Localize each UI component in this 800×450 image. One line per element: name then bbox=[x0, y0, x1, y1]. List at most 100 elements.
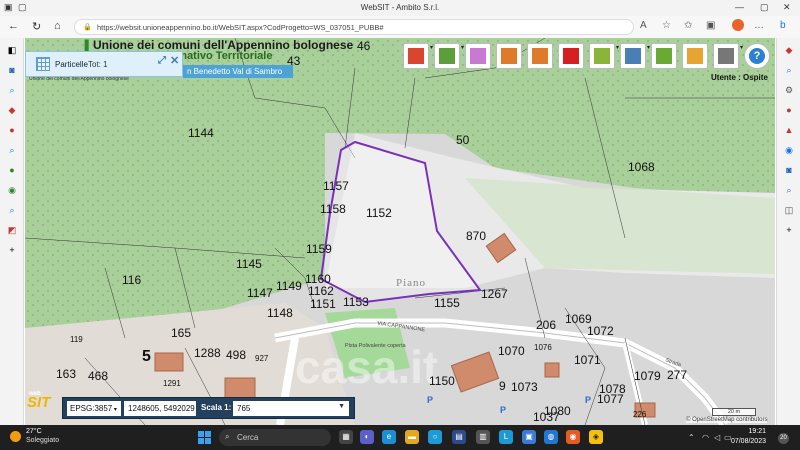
app-icon-10[interactable]: ◍ bbox=[544, 430, 558, 444]
weather-temp[interactable]: 27°C bbox=[26, 428, 42, 435]
close-panel-icon[interactable]: ✕ bbox=[170, 54, 179, 67]
add-icon[interactable]: + bbox=[6, 244, 18, 256]
parcel-label[interactable]: 1037 bbox=[533, 410, 560, 424]
parcel-label[interactable]: 119 bbox=[70, 335, 83, 344]
parcel-label[interactable]: 1071 bbox=[574, 353, 601, 367]
notification-badge[interactable]: 20 bbox=[778, 433, 789, 444]
parcel-label[interactable]: 1144 bbox=[188, 126, 214, 140]
right-add-icon[interactable]: + bbox=[783, 224, 795, 236]
parcel-label[interactable]: 163 bbox=[56, 367, 76, 381]
building-button[interactable] bbox=[527, 43, 553, 69]
back-icon[interactable]: ← bbox=[8, 20, 19, 32]
parcel-label[interactable]: 1158 bbox=[320, 202, 346, 216]
parcel-label[interactable]: 1153 bbox=[343, 295, 369, 309]
map-viewport[interactable]: P P P casa.it 46 43 1144 50 1068 1157 11… bbox=[25, 38, 775, 425]
parcel-label[interactable]: 1149 bbox=[276, 279, 302, 293]
parcel-label[interactable]: 1151 bbox=[310, 297, 336, 311]
parcel-label[interactable]: 498 bbox=[226, 348, 246, 362]
tray-chevron-icon[interactable]: ⌃ bbox=[688, 433, 695, 442]
table-button[interactable] bbox=[682, 43, 708, 69]
firefox-icon[interactable]: ◉ bbox=[566, 430, 580, 444]
parcel-label[interactable]: 1076 bbox=[534, 343, 552, 352]
layers-button[interactable]: ▾ bbox=[434, 43, 464, 69]
right-sidebar-icon-1[interactable]: ◆ bbox=[783, 44, 795, 56]
right-sidebar-icon-6[interactable]: ⌕ bbox=[783, 184, 795, 196]
chevron-down-icon[interactable]: ▾ bbox=[616, 44, 619, 51]
parcel-label[interactable]: 1147 bbox=[247, 286, 273, 300]
wifi-icon[interactable]: ◠ bbox=[702, 433, 709, 442]
search-map-button[interactable]: ▾ bbox=[589, 43, 619, 69]
app-icon-7[interactable]: ▥ bbox=[476, 430, 490, 444]
weather-desc[interactable]: Soleggiato bbox=[26, 437, 59, 444]
maximize-icon[interactable]: ▢ bbox=[760, 2, 769, 13]
taskbar-search[interactable]: ⌕ Cerca bbox=[219, 429, 331, 446]
parcel-label[interactable]: 206 bbox=[536, 318, 556, 332]
clock-time[interactable]: 19:21 bbox=[734, 428, 766, 435]
parcel-label[interactable]: 226 bbox=[633, 410, 646, 419]
chevron-down-icon[interactable]: ▾ bbox=[740, 44, 743, 51]
home-map-button[interactable] bbox=[496, 43, 522, 69]
parcel-label[interactable]: 1150 bbox=[429, 374, 455, 388]
app-icon-8[interactable]: L bbox=[499, 430, 513, 444]
store-icon[interactable]: ▤ bbox=[452, 430, 466, 444]
refresh-icon[interactable]: ↻ bbox=[32, 20, 41, 33]
app-icon-12[interactable]: ◈ bbox=[589, 430, 603, 444]
parcel-label[interactable]: 1073 bbox=[511, 380, 538, 394]
sidebar-icon-1[interactable]: ◧ bbox=[6, 44, 18, 56]
parcel-label[interactable]: 1291 bbox=[163, 379, 181, 388]
parcel-label[interactable]: 1159 bbox=[306, 242, 332, 256]
task-view-icon[interactable]: ▦ bbox=[339, 430, 353, 444]
games-icon[interactable]: ● bbox=[6, 124, 18, 136]
chevron-down-icon[interactable]: ▼ bbox=[338, 403, 345, 410]
teams-icon[interactable]: ◐ bbox=[360, 430, 374, 444]
sidebar-search-icon[interactable]: ⌕ bbox=[6, 204, 18, 216]
legend-button[interactable] bbox=[465, 43, 491, 69]
parcel-label[interactable]: 1148 bbox=[267, 306, 293, 320]
profile-avatar[interactable] bbox=[732, 19, 744, 31]
chevron-down-icon[interactable]: ▾ bbox=[430, 44, 433, 51]
home-icon[interactable]: ⌂ bbox=[54, 20, 61, 32]
outlook-icon[interactable]: ◙ bbox=[6, 64, 18, 76]
parcel-label[interactable]: 1288 bbox=[194, 346, 221, 360]
office-icon[interactable]: ● bbox=[6, 164, 18, 176]
more-icon[interactable]: … bbox=[754, 20, 764, 31]
parcel-label[interactable]: 1162 bbox=[308, 284, 334, 298]
particelle-panel[interactable]: Particelle Tot: 1 ⤢ ✕ bbox=[25, 51, 183, 77]
parcel-label[interactable]: 1079 bbox=[634, 369, 661, 383]
parcel-label[interactable]: 277 bbox=[667, 368, 687, 382]
parcel-label[interactable]: 1068 bbox=[628, 160, 655, 174]
copilot-icon[interactable]: b bbox=[780, 20, 786, 31]
right-sidebar-icon-3[interactable]: ● bbox=[783, 104, 795, 116]
parcel-label[interactable]: 870 bbox=[466, 229, 486, 243]
volume-icon[interactable]: ◁ bbox=[714, 433, 720, 442]
pdf-button[interactable] bbox=[558, 43, 584, 69]
help-button[interactable]: ? bbox=[744, 43, 770, 69]
parcel-label[interactable]: 1267 bbox=[481, 287, 508, 301]
parcel-label[interactable]: 9 bbox=[499, 379, 506, 393]
attribution[interactable]: © OpenStreetMap contributors bbox=[686, 417, 768, 423]
minimize-icon[interactable]: — bbox=[735, 2, 744, 12]
parcel-label[interactable]: 1157 bbox=[323, 179, 349, 193]
edit-button[interactable] bbox=[651, 43, 677, 69]
parcel-label[interactable]: 5 bbox=[142, 348, 151, 366]
epsg-select[interactable]: EPSG:3857 ▾ bbox=[67, 401, 121, 416]
select-button[interactable]: ▾ bbox=[713, 43, 743, 69]
search-icon[interactable]: ⌕ bbox=[6, 84, 18, 96]
right-search-icon[interactable]: ⌕ bbox=[783, 64, 795, 76]
parcel-label[interactable]: 1155 bbox=[434, 296, 460, 310]
sidebar-icon-2[interactable]: ◩ bbox=[6, 224, 18, 236]
print-button[interactable]: ▾ bbox=[620, 43, 650, 69]
favorite-icon[interactable]: ☆ bbox=[662, 20, 671, 31]
favorites-list-icon[interactable]: ✩ bbox=[684, 20, 692, 31]
parcel-label[interactable]: 1152 bbox=[366, 206, 392, 220]
read-aloud-icon[interactable]: A bbox=[640, 20, 647, 31]
right-sidebar-icon-7[interactable]: ◫ bbox=[783, 204, 795, 216]
shopping-icon[interactable]: ◆ bbox=[6, 104, 18, 116]
alexa-icon[interactable]: ○ bbox=[428, 430, 442, 444]
tools-icon[interactable]: ⌕ bbox=[6, 144, 18, 156]
right-outlook-icon[interactable]: ◙ bbox=[783, 164, 795, 176]
close-icon[interactable]: ✕ bbox=[783, 2, 791, 13]
right-sidebar-icon-2[interactable]: ⚙ bbox=[783, 84, 795, 96]
parcel-label[interactable]: 46 bbox=[357, 39, 370, 53]
weather-icon[interactable] bbox=[10, 431, 21, 442]
